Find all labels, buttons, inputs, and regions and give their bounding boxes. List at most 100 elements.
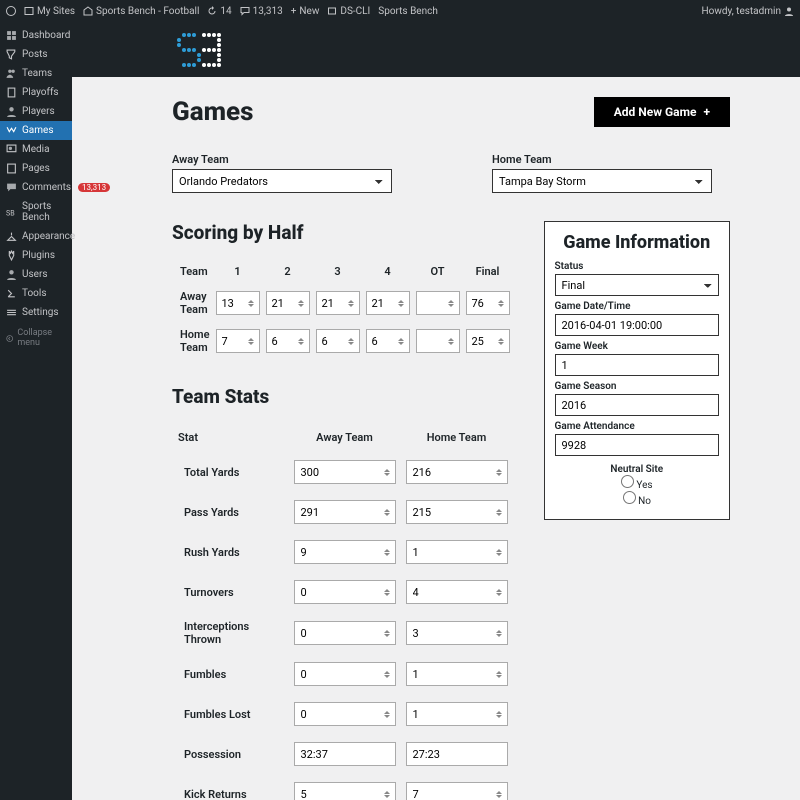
score-input[interactable] (266, 291, 310, 315)
stat-label: Interceptions Thrown (174, 613, 288, 653)
scoring-table: Team1234OTFinal Away TeamHome Team (172, 258, 514, 361)
page-title: Games (172, 97, 254, 127)
stat-input[interactable] (406, 621, 508, 645)
dscli-link[interactable]: DS-CLI (327, 6, 370, 17)
stat-input[interactable] (406, 702, 508, 726)
stat-label: Total Yards (174, 453, 288, 491)
sidebar-item-comments[interactable]: Comments13,313 (0, 178, 72, 197)
stat-input[interactable] (406, 662, 508, 686)
sidebar-item-pages[interactable]: Pages (0, 159, 72, 178)
sidebar-item-tools[interactable]: Tools (0, 284, 72, 303)
status-select[interactable]: Final (555, 274, 720, 296)
sidebar-item-dashboard[interactable]: Dashboard (0, 26, 72, 45)
score-col-header: OT (414, 260, 462, 283)
stat-input[interactable] (406, 782, 508, 800)
stats-col-header: Away Team (290, 424, 400, 451)
neutral-no-option[interactable]: No (623, 496, 651, 507)
stats-col-header: Stat (174, 424, 288, 451)
admin-sidebar: DashboardPostsTeamsPlayoffsPlayersGamesM… (0, 22, 72, 800)
datetime-label: Game Date/Time (555, 301, 720, 312)
howdy-account[interactable]: Howdy, testadmin (702, 6, 794, 17)
sb-logo (172, 33, 226, 67)
sports-bench-link[interactable]: Sports Bench (378, 6, 438, 17)
team-stats-heading: Team Stats (172, 385, 514, 408)
sidebar-item-users[interactable]: Users (0, 265, 72, 284)
stat-input[interactable] (294, 702, 396, 726)
neutral-site-label: Neutral Site (555, 464, 720, 475)
sidebar-item-games[interactable]: Games (0, 121, 72, 140)
season-input[interactable] (555, 394, 720, 416)
stat-input[interactable] (294, 500, 396, 524)
datetime-input[interactable] (555, 314, 720, 336)
sidebar-item-players[interactable]: Players (0, 102, 72, 121)
stat-input[interactable] (406, 580, 508, 604)
sidebar-item-settings[interactable]: Settings (0, 303, 72, 322)
stat-label: Fumbles Lost (174, 695, 288, 733)
scoring-heading: Scoring by Half (172, 221, 514, 244)
score-input[interactable] (266, 329, 310, 353)
game-info-heading: Game Information (555, 232, 720, 253)
score-input[interactable] (466, 291, 510, 315)
brand-bar (72, 22, 800, 77)
collapse-menu[interactable]: Collapse menu (0, 322, 72, 354)
comments-link[interactable]: 13,313 (240, 6, 283, 17)
score-col-header: Team (174, 260, 212, 283)
stat-label: Possession (174, 735, 288, 773)
score-input[interactable] (216, 291, 260, 315)
game-information-box: Game Information Status Final Game Date/… (544, 221, 731, 520)
sidebar-item-plugins[interactable]: Plugins (0, 246, 72, 265)
stat-input[interactable] (406, 540, 508, 564)
score-col-header: Final (464, 260, 512, 283)
my-sites-link[interactable]: My Sites (24, 6, 75, 17)
sidebar-item-playoffs[interactable]: Playoffs (0, 83, 72, 102)
score-col-header: 3 (314, 260, 362, 283)
add-new-game-button[interactable]: Add New Game + (594, 97, 730, 127)
home-team-label: Home Team (492, 153, 712, 166)
updates-link[interactable]: 14 (207, 6, 231, 17)
admin-toolbar: My Sites Sports Bench - Football 14 13,3… (0, 0, 800, 22)
score-input[interactable] (466, 329, 510, 353)
stat-input[interactable] (406, 742, 508, 766)
week-label: Game Week (555, 341, 720, 352)
sidebar-item-teams[interactable]: Teams (0, 64, 72, 83)
score-input[interactable] (366, 329, 410, 353)
away-team-select[interactable]: Orlando Predators (172, 169, 392, 193)
site-name-link[interactable]: Sports Bench - Football (83, 6, 199, 17)
home-team-select[interactable]: Tampa Bay Storm (492, 169, 712, 193)
team-stats-table: StatAway TeamHome Team Total YardsPass Y… (172, 422, 514, 800)
sidebar-item-posts[interactable]: Posts (0, 45, 72, 64)
stat-input[interactable] (294, 580, 396, 604)
score-col-header: 4 (364, 260, 412, 283)
wp-logo[interactable] (6, 6, 16, 16)
stat-input[interactable] (406, 460, 508, 484)
score-input[interactable] (416, 329, 460, 353)
stat-input[interactable] (294, 782, 396, 800)
stat-label: Pass Yards (174, 493, 288, 531)
week-input[interactable] (555, 354, 720, 376)
svg-text:SB: SB (6, 208, 15, 217)
score-input[interactable] (416, 291, 460, 315)
content-area: Games Add New Game + Away Team Orlando P… (72, 22, 800, 800)
score-input[interactable] (316, 329, 360, 353)
stat-input[interactable] (294, 742, 396, 766)
stat-label: Rush Yards (174, 533, 288, 571)
stat-input[interactable] (406, 500, 508, 524)
neutral-yes-option[interactable]: Yes (621, 480, 653, 491)
score-input[interactable] (216, 329, 260, 353)
status-label: Status (555, 261, 720, 272)
attendance-input[interactable] (555, 434, 720, 456)
score-row-label: Home Team (174, 323, 212, 359)
new-content-link[interactable]: +New (291, 6, 320, 17)
sidebar-item-media[interactable]: Media (0, 140, 72, 159)
score-col-header: 1 (214, 260, 262, 283)
stat-input[interactable] (294, 540, 396, 564)
sidebar-item-sports-bench[interactable]: SBSports Bench (0, 197, 72, 227)
sidebar-item-appearance[interactable]: Appearance (0, 227, 72, 246)
stat-input[interactable] (294, 621, 396, 645)
stat-input[interactable] (294, 662, 396, 686)
stat-label: Kick Returns (174, 775, 288, 800)
score-input[interactable] (316, 291, 360, 315)
stats-col-header: Home Team (402, 424, 512, 451)
stat-input[interactable] (294, 460, 396, 484)
score-input[interactable] (366, 291, 410, 315)
